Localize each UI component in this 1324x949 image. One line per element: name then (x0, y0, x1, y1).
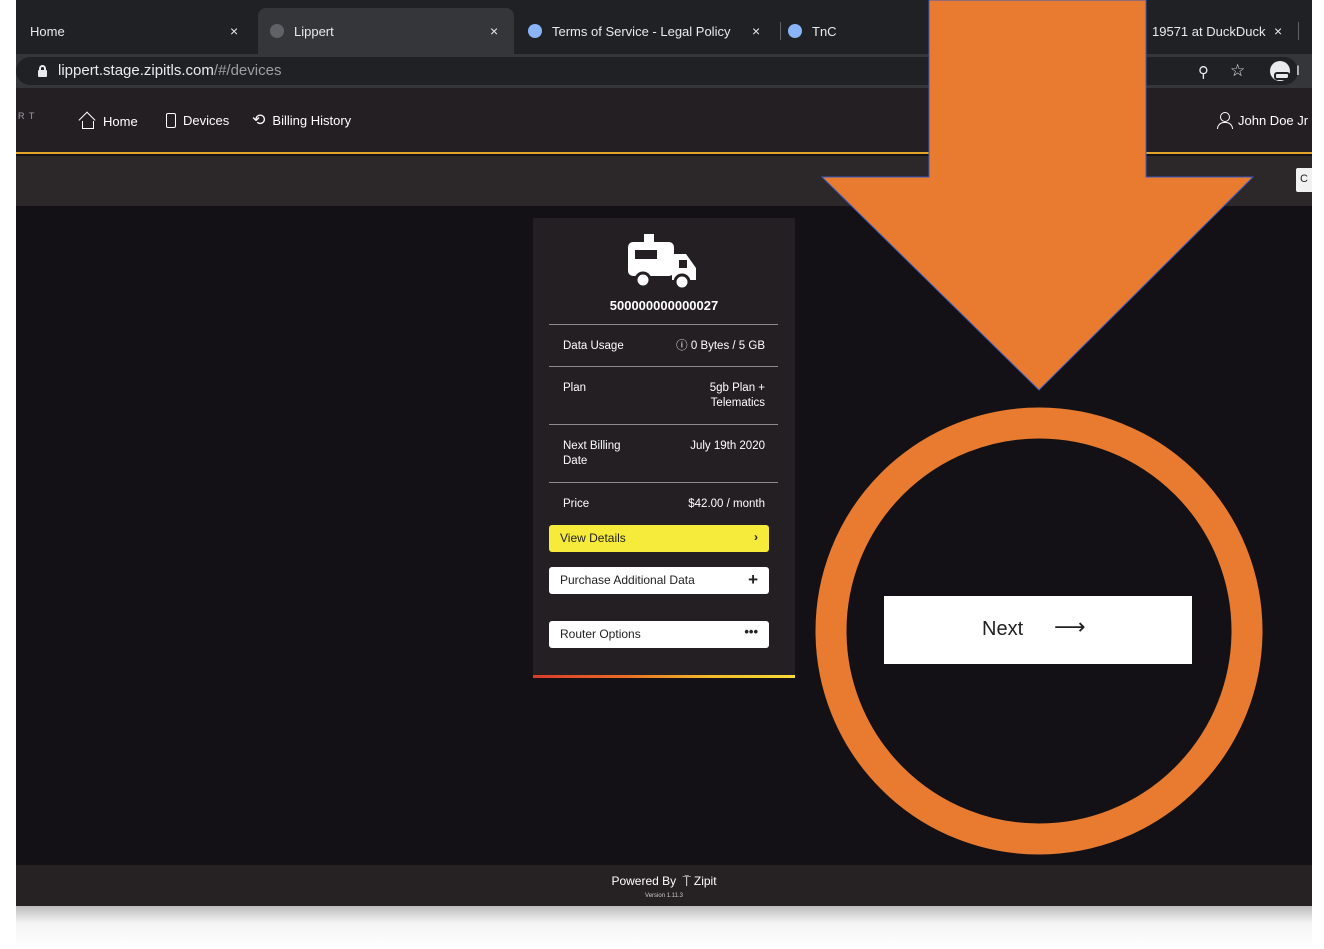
purchase-additional-data-button[interactable]: Purchase Additional Data + (549, 567, 769, 594)
view-details-label: View Details (560, 531, 626, 545)
tab-label: TnC (812, 23, 837, 39)
close-icon[interactable]: × (752, 23, 760, 39)
tab-terms-of-service[interactable]: Terms of Service - Legal Policy × (516, 8, 780, 54)
plus-icon: + (748, 570, 758, 589)
window-shadow (16, 906, 1312, 949)
sub-header: C (16, 156, 1312, 206)
tab-label: Home (30, 23, 65, 39)
card-accent-bar (533, 675, 795, 678)
url-path: /#/devices (213, 62, 282, 79)
att-globe-icon (788, 24, 802, 38)
row-key-line: Next Billing (563, 440, 621, 452)
close-icon[interactable]: × (230, 23, 238, 39)
footer: Powered By ⍑ Zipit Version 1.11.3 (16, 865, 1312, 906)
row-value-line: 5gb Plan + (709, 382, 765, 394)
view-details-button[interactable]: View Details › (549, 525, 769, 552)
row-value-line: Telematics (710, 397, 765, 409)
address-bar: lippert.stage.zipitls.com/#/devices ⚲ ☆ … (16, 54, 1312, 88)
row-value: July 19th 2020 (690, 440, 765, 452)
row-value: 5gb Plan + Telematics (710, 381, 765, 411)
row-price: Price $42.00 / month (549, 482, 778, 522)
tab-separator (1298, 22, 1299, 40)
app-header: R T Home Devices ⟲ Billing History John … (16, 88, 1312, 154)
nav-billing-history[interactable]: ⟲ Billing History (252, 111, 352, 129)
chevron-right-icon: › (754, 530, 758, 544)
row-data-usage: Data Usage ⓘ 0 Bytes / 5 GB (549, 324, 778, 366)
tab-lippert[interactable]: Lippert × (258, 8, 514, 54)
tab-label: 19571 at DuckDuck (1152, 23, 1266, 39)
url-host: lippert.stage.zipitls.com (58, 62, 214, 79)
purchase-data-label: Purchase Additional Data (560, 573, 695, 587)
rv-icon (628, 234, 696, 291)
row-next-billing: Next Billing Date July 19th 2020 (549, 424, 778, 482)
tab-label: Terms of Service - Legal Policy (552, 23, 731, 39)
tab-label: Lippert (294, 23, 334, 39)
more-dots-icon: ••• (744, 624, 758, 639)
device-icon (166, 113, 176, 128)
tab-separator (780, 22, 781, 40)
row-value: ⓘ 0 Bytes / 5 GB (676, 340, 765, 352)
row-key: Next Billing Date (563, 439, 621, 469)
globe-icon (270, 24, 284, 38)
bookmark-star-icon[interactable]: ☆ (1230, 61, 1245, 81)
nav-devices-label: Devices (183, 113, 230, 128)
device-id: 500000000000027 (609, 298, 719, 313)
user-name: John Doe Jr (1238, 112, 1309, 128)
close-icon[interactable]: × (490, 23, 498, 39)
version-text: Version 1.11.3 (645, 893, 683, 899)
row-value: $42.00 / month (688, 498, 765, 510)
arrow-right-icon: ⟶ (1054, 614, 1086, 639)
row-key: Plan (563, 382, 587, 394)
next-button[interactable]: Next ⟶ (884, 596, 1192, 664)
zipit-logo-icon: ⍑ (682, 873, 691, 889)
url-text[interactable]: lippert.stage.zipitls.com/#/devices (58, 62, 281, 79)
next-label: Next (982, 618, 1024, 640)
tab-duckduckgo[interactable]: 19571 at DuckDuck × (1152, 8, 1302, 54)
incognito-label: I (1296, 62, 1300, 78)
url-field[interactable]: lippert.stage.zipitls.com/#/devices ⚲ ☆ … (16, 57, 1300, 85)
tab-tnc[interactable]: TnC (786, 8, 926, 54)
nav-billing-history-label: Billing History (272, 113, 352, 128)
zoom-icon[interactable]: ⚲ (1198, 63, 1209, 81)
nav-devices[interactable]: Devices (166, 113, 229, 128)
incognito-icon[interactable] (1270, 61, 1290, 81)
brand-logo[interactable]: R T (18, 112, 35, 121)
user-menu[interactable]: John Doe Jr (1216, 112, 1309, 129)
history-icon: ⟲ (252, 111, 266, 129)
powered-by: Powered By ⍑ Zipit (16, 873, 1312, 890)
nav-home[interactable]: Home (78, 113, 138, 129)
row-key: Data Usage (563, 340, 624, 352)
close-icon[interactable]: × (1274, 23, 1282, 39)
row-key: Price (563, 498, 590, 510)
tab-bar: Home × Lippert × Terms of Service - Lega… (16, 0, 1312, 54)
zipit-logo-text: Zipit (693, 874, 717, 888)
device-card: 500000000000027 Data Usage ⓘ 0 Bytes / 5… (533, 218, 795, 678)
home-icon (78, 113, 96, 129)
router-options-label: Router Options (560, 627, 641, 641)
lock-icon (38, 65, 47, 77)
row-key-line: Date (563, 455, 588, 467)
att-globe-icon (528, 24, 542, 38)
tab-home[interactable]: Home × (16, 8, 256, 54)
row-plan: Plan 5gb Plan + Telematics (549, 366, 778, 424)
subbar-button[interactable]: C (1296, 168, 1312, 192)
powered-by-label: Powered By (611, 874, 677, 888)
user-icon (1216, 112, 1233, 129)
nav-home-label: Home (103, 113, 138, 129)
router-options-button[interactable]: Router Options ••• (549, 621, 769, 648)
browser-window: Home × Lippert × Terms of Service - Lega… (16, 0, 1312, 906)
